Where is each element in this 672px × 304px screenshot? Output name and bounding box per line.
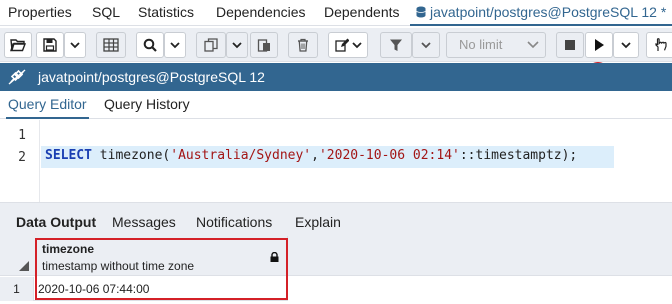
edit-button[interactable] [328, 32, 368, 58]
open-file-button[interactable] [4, 32, 32, 58]
sql-editor[interactable]: 1 2 SELECT timezone('Australia/Sydney','… [0, 120, 672, 202]
edit-data-button[interactable] [96, 32, 126, 58]
connection-icon[interactable] [8, 69, 26, 85]
chevron-down-icon [170, 42, 180, 49]
tab-data-output[interactable]: Data Output [16, 208, 96, 236]
table-icon [103, 38, 119, 52]
execute-dropdown-button[interactable] [613, 32, 639, 58]
filter-dropdown-button[interactable] [412, 32, 440, 58]
save-dropdown-button[interactable] [64, 32, 86, 58]
query-toolbar: No limit [0, 28, 672, 84]
tab-query-editor[interactable]: Query Editor [6, 91, 89, 119]
execute-button[interactable] [585, 32, 613, 58]
connection-label[interactable]: javatpoint/postgres@PostgreSQL 12 [38, 69, 265, 85]
cancel-query-button[interactable] [556, 32, 584, 58]
save-button[interactable] [36, 32, 64, 58]
result-highlight-box [35, 238, 288, 300]
tab-query-history[interactable]: Query History [104, 91, 190, 119]
trash-icon [298, 38, 308, 52]
tab-dependents[interactable]: Dependents [324, 0, 400, 26]
find-dropdown-button[interactable] [164, 32, 186, 58]
database-icon [416, 6, 426, 18]
copy-icon [204, 38, 218, 52]
line-number: 1 [18, 128, 26, 143]
panel-tab-bar: Properties SQL Statistics Dependencies D… [0, 0, 672, 26]
stop-icon [565, 40, 575, 50]
sql-comma: , [311, 148, 319, 163]
chevron-down-icon [527, 41, 539, 49]
output-tab-bar: Data Output Messages Notifications Expla… [0, 208, 672, 236]
save-icon [43, 38, 57, 52]
chevron-down-icon [621, 42, 631, 49]
tab-query-tool[interactable]: javatpoint/postgres@PostgreSQL 12 * [410, 0, 672, 26]
line-number: 2 [18, 150, 26, 165]
chevron-down-icon [70, 42, 80, 49]
tab-notifications[interactable]: Notifications [196, 208, 272, 236]
row-limit-select[interactable]: No limit [446, 32, 546, 58]
chevron-down-icon [351, 42, 362, 49]
copy-button[interactable] [196, 32, 226, 58]
play-icon [595, 39, 604, 51]
select-all-corner[interactable] [0, 236, 34, 276]
sql-code-line[interactable]: SELECT timezone('Australia/Sydney','2020… [45, 148, 577, 163]
copy-dropdown-button[interactable] [226, 32, 248, 58]
sql-function: timezone( [91, 148, 171, 163]
filter-icon [390, 39, 402, 51]
tab-explain[interactable]: Explain [295, 208, 341, 236]
explain-button[interactable] [646, 32, 672, 58]
tab-query-tool-label: javatpoint/postgres@PostgreSQL 12 * [430, 4, 667, 20]
paste-button[interactable] [250, 32, 278, 58]
sql-string: 'Australia/Sydney' [170, 148, 312, 163]
filter-button[interactable] [380, 32, 412, 58]
sql-keyword: SELECT [45, 148, 92, 163]
row-limit-value: No limit [459, 37, 503, 52]
sql-cast: ::timestamptz); [459, 148, 578, 163]
chevron-down-icon [421, 42, 431, 49]
connection-bar: javatpoint/postgres@PostgreSQL 12 [0, 63, 672, 91]
hand-icon [655, 38, 667, 51]
tab-properties[interactable]: Properties [8, 0, 72, 26]
line-gutter: 1 2 [0, 120, 40, 202]
search-icon [143, 38, 157, 52]
edit-icon [334, 38, 349, 52]
delete-button[interactable] [288, 32, 318, 58]
row-number[interactable]: 1 [0, 277, 34, 301]
find-button[interactable] [136, 32, 164, 58]
sql-string: '2020-10-06 02:14' [318, 148, 460, 163]
editor-tab-bar: Query Editor Query History [0, 91, 672, 119]
tab-sql[interactable]: SQL [92, 0, 120, 26]
chevron-down-icon [232, 42, 242, 49]
folder-open-icon [10, 39, 26, 52]
corner-triangle-icon [19, 261, 29, 271]
tab-statistics[interactable]: Statistics [138, 0, 194, 26]
paste-icon [257, 39, 270, 52]
tab-messages[interactable]: Messages [112, 208, 176, 236]
tab-dependencies[interactable]: Dependencies [216, 0, 306, 26]
